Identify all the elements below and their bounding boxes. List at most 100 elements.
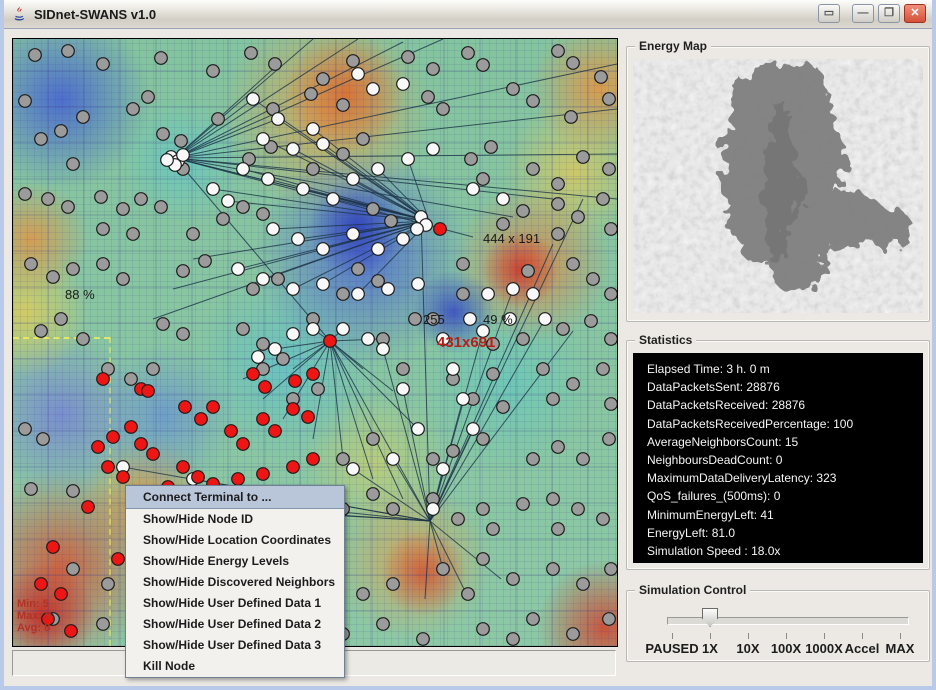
sensor-node-idle[interactable] — [517, 498, 530, 511]
sensor-node-dead[interactable] — [232, 473, 245, 486]
sensor-node-idle[interactable] — [307, 163, 320, 176]
sensor-node-idle[interactable] — [157, 318, 170, 331]
sensor-node-idle[interactable] — [565, 111, 578, 124]
sensor-node-idle[interactable] — [385, 215, 398, 228]
menu-item-show-hide-user-defined-data-3[interactable]: Show/Hide User Defined Data 3 — [126, 635, 344, 656]
sensor-node-dead[interactable] — [65, 625, 78, 638]
sensor-node-idle[interactable] — [62, 201, 75, 214]
sensor-node-idle[interactable] — [517, 333, 530, 346]
sensor-node-idle[interactable] — [237, 201, 250, 214]
sensor-node-dead[interactable] — [207, 401, 220, 414]
sensor-node-active[interactable] — [372, 163, 385, 176]
menu-item-show-hide-discovered-neighbors[interactable]: Show/Hide Discovered Neighbors — [126, 572, 344, 593]
sensor-node-idle[interactable] — [547, 563, 560, 576]
menu-item-show-hide-node-id[interactable]: Show/Hide Node ID — [126, 509, 344, 530]
sensor-node-dead[interactable] — [289, 375, 302, 388]
sensor-node-idle[interactable] — [142, 91, 155, 104]
sensor-node-idle[interactable] — [337, 148, 350, 161]
sensor-node-idle[interactable] — [507, 633, 520, 646]
sensor-node-idle[interactable] — [417, 633, 430, 646]
menu-item-show-hide-user-defined-data-2[interactable]: Show/Hide User Defined Data 2 — [126, 614, 344, 635]
sensor-node-active[interactable] — [317, 243, 330, 256]
sensor-node-idle[interactable] — [367, 433, 380, 446]
sensor-node-idle[interactable] — [155, 201, 168, 214]
sensor-node-idle[interactable] — [135, 193, 148, 206]
sensor-node-dead[interactable] — [307, 453, 320, 466]
sensor-node-idle[interactable] — [572, 211, 585, 224]
sensor-node-idle[interactable] — [537, 363, 550, 376]
sensor-node-dead[interactable] — [195, 413, 208, 426]
sensor-node-idle[interactable] — [257, 208, 270, 221]
sensor-node-active[interactable] — [307, 123, 320, 136]
sensor-node-active[interactable] — [272, 113, 285, 126]
sensor-node-active[interactable] — [287, 143, 300, 156]
sensor-node-active[interactable] — [447, 363, 460, 376]
sensor-node-active[interactable] — [207, 183, 220, 196]
sensor-node-idle[interactable] — [497, 218, 510, 231]
sensor-node-idle[interactable] — [347, 55, 360, 68]
sensor-node-active[interactable] — [457, 393, 470, 406]
sensor-node-active[interactable] — [437, 463, 450, 476]
sensor-node-idle[interactable] — [19, 95, 32, 108]
sensor-node-idle[interactable] — [487, 523, 500, 536]
sensor-node-idle[interactable] — [29, 49, 42, 62]
sensor-node-idle[interactable] — [552, 45, 565, 58]
sensor-node-active[interactable] — [527, 288, 540, 301]
minimize-button[interactable]: — — [852, 4, 874, 23]
sensor-node-dead[interactable] — [257, 468, 270, 481]
sensor-node-active[interactable] — [247, 93, 260, 106]
sensor-node-idle[interactable] — [603, 613, 616, 626]
sensor-node-idle[interactable] — [207, 65, 220, 78]
sensor-node-idle[interactable] — [605, 333, 617, 346]
sensor-node-idle[interactable] — [62, 45, 75, 58]
sensor-node-idle[interactable] — [367, 488, 380, 501]
sensor-node-idle[interactable] — [157, 128, 170, 141]
sensor-node-active[interactable] — [412, 278, 425, 291]
sensor-node-idle[interactable] — [177, 265, 190, 278]
sensor-node-idle[interactable] — [55, 313, 68, 326]
sensor-node-idle[interactable] — [552, 198, 565, 211]
sensor-node-idle[interactable] — [572, 503, 585, 516]
sensor-node-idle[interactable] — [247, 283, 260, 296]
sensor-node-active[interactable] — [327, 193, 340, 206]
sensor-node-active[interactable] — [232, 263, 245, 276]
sensor-node-idle[interactable] — [175, 135, 188, 148]
sensor-node-idle[interactable] — [437, 563, 450, 576]
title-bar[interactable]: SIDnet-SWANS v1.0 ▭ — ❐ ✕ — [4, 0, 932, 29]
sensor-node-idle[interactable] — [605, 398, 617, 411]
sensor-node-idle[interactable] — [595, 71, 608, 84]
sensor-node-idle[interactable] — [552, 441, 565, 454]
sensor-node-active[interactable] — [292, 233, 305, 246]
sensor-node-dead[interactable] — [247, 368, 260, 381]
sensor-node-idle[interactable] — [357, 588, 370, 601]
sensor-node-idle[interactable] — [605, 563, 617, 576]
sensor-node-idle[interactable] — [367, 203, 380, 216]
sensor-node-dead[interactable] — [142, 385, 155, 398]
sensor-node-idle[interactable] — [597, 193, 610, 206]
sensor-node-idle[interactable] — [422, 91, 435, 104]
sensor-node-active[interactable] — [427, 143, 440, 156]
sensor-node-active[interactable] — [269, 343, 282, 356]
sensor-node-idle[interactable] — [587, 273, 600, 286]
sensor-node-active[interactable] — [387, 453, 400, 466]
sensor-node-active[interactable] — [297, 183, 310, 196]
sensor-node-idle[interactable] — [387, 503, 400, 516]
sensor-node-idle[interactable] — [217, 213, 230, 226]
sensor-node-dead[interactable] — [92, 441, 105, 454]
sensor-node-active[interactable] — [352, 288, 365, 301]
sensor-node-dead[interactable] — [177, 461, 190, 474]
sensor-node-idle[interactable] — [605, 223, 617, 236]
sensor-node-idle[interactable] — [117, 273, 130, 286]
sensor-node-active[interactable] — [367, 83, 380, 96]
sensor-node-active[interactable] — [307, 323, 320, 336]
sensor-node-idle[interactable] — [547, 393, 560, 406]
sensor-node-idle[interactable] — [147, 363, 160, 376]
sensor-node-dead[interactable] — [225, 425, 238, 438]
sensor-node-active[interactable] — [257, 133, 270, 146]
sensor-node-idle[interactable] — [477, 623, 490, 636]
sensor-node-idle[interactable] — [305, 88, 318, 101]
sensor-node-idle[interactable] — [37, 433, 50, 446]
sensor-node-idle[interactable] — [67, 485, 80, 498]
sensor-node-idle[interactable] — [603, 433, 616, 446]
sensor-node-dead[interactable] — [107, 431, 120, 444]
